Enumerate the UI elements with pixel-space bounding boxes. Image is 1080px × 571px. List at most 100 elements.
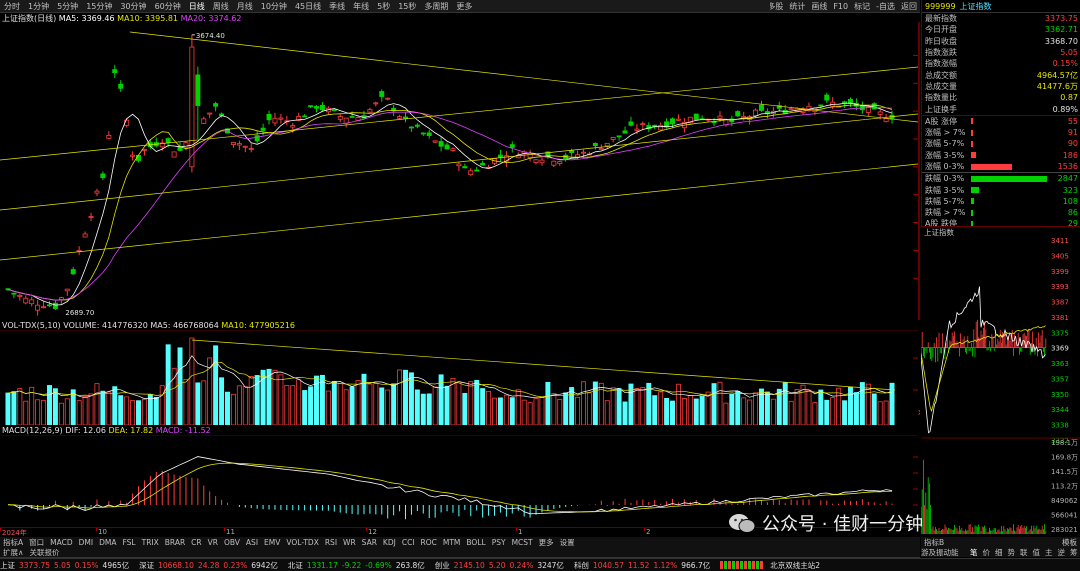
mini-tab-5[interactable]: 值: [1030, 547, 1043, 557]
indicator-tab-15[interactable]: WR: [340, 538, 359, 547]
period-tab-15[interactable]: 多周期: [420, 1, 452, 12]
tool-button-6[interactable]: 标记: [851, 1, 873, 12]
status-index-0[interactable]: 上证3373.755.050.15%4965亿: [0, 560, 139, 571]
mini-intraday-chart[interactable]: 3411340533993393338733813375336933633357…: [921, 236, 1080, 536]
mini-tab-6[interactable]: 主: [1043, 547, 1056, 557]
period-tab-4[interactable]: 30分钟: [116, 1, 150, 12]
mini-tab-1[interactable]: 价: [980, 547, 993, 557]
mini-tab-8[interactable]: 筹: [1068, 547, 1080, 557]
period-tab-0[interactable]: 分时: [0, 1, 24, 12]
period-tab-10[interactable]: 45日线: [291, 1, 325, 12]
extension-tab-0[interactable]: 扩展∧: [0, 547, 27, 558]
mini-info-tab[interactable]: 游及振动能说明: [921, 547, 964, 557]
high-annotation: 3674.40: [196, 32, 225, 40]
macd-header: MACD(12,26,9) DIF: 12.06 DEA: 17.82 MACD…: [2, 426, 211, 435]
volume-bar: [587, 393, 591, 425]
candle: [107, 131, 111, 139]
indicator-tab-13[interactable]: VOL-TDX: [283, 538, 321, 547]
mini-tab-0[interactable]: 笔: [968, 547, 981, 557]
mini-axis-label: 3363: [1051, 360, 1069, 368]
volume-bar: [291, 386, 295, 425]
trend-line[interactable]: [0, 164, 918, 260]
distribution-bar: [971, 141, 973, 147]
mini-bottom-tab-1[interactable]: 模板: [1062, 537, 1077, 547]
status-index-3[interactable]: 创业2145.105.200.24%3247亿: [435, 560, 574, 571]
indicator-tab-19[interactable]: ROC: [418, 538, 440, 547]
tool-button-5[interactable]: F10: [830, 2, 851, 11]
extension-tabs: 扩展∧关联报价: [0, 547, 920, 558]
indicator-tab-24[interactable]: 更多: [536, 537, 557, 548]
distribution-row: 涨幅 5-7%90: [922, 138, 1080, 149]
indicator-tab-11[interactable]: ASI: [243, 538, 261, 547]
period-tab-5[interactable]: 60分钟: [151, 1, 185, 12]
mini-tab-3[interactable]: 势: [1005, 547, 1018, 557]
indicator-tab-7[interactable]: BRAR: [162, 538, 188, 547]
period-tab-6[interactable]: 日线: [185, 1, 209, 12]
indicator-tab-2[interactable]: MACD: [47, 538, 75, 547]
indicator-tab-23[interactable]: MCST: [509, 538, 536, 547]
indicator-tab-17[interactable]: KDJ: [380, 538, 399, 547]
period-tab-2[interactable]: 5分钟: [53, 1, 82, 12]
mini-tab-4[interactable]: 联: [1018, 547, 1031, 557]
indicator-tab-0[interactable]: 指标A: [0, 537, 26, 548]
tool-button-8[interactable]: 返回: [898, 1, 920, 12]
tool-button-3[interactable]: 统计: [786, 1, 808, 12]
extension-tab-1[interactable]: 关联报价: [27, 547, 63, 558]
candle: [130, 151, 134, 160]
volume-chart[interactable]: 100005000X10万: [0, 330, 920, 425]
status-index-4[interactable]: 科创1040.5711.521.12%966.7亿: [574, 560, 720, 571]
indicator-tab-21[interactable]: BOLL: [463, 538, 488, 547]
indicator-tab-5[interactable]: FSL: [119, 538, 138, 547]
indicator-tab-16[interactable]: SAR: [359, 538, 380, 547]
price-chart[interactable]: 3600350034003300320031003000290028003674…: [0, 22, 920, 320]
tool-button-4[interactable]: 画线: [808, 1, 830, 12]
volume-bar: [753, 393, 757, 425]
trend-line[interactable]: [0, 114, 918, 210]
candle: [647, 122, 651, 132]
volume-bar: [53, 389, 57, 425]
status-index-1[interactable]: 深证10668.1024.280.23%6942亿: [139, 560, 288, 571]
period-tab-16[interactable]: 更多: [452, 1, 476, 12]
trend-line[interactable]: [0, 67, 918, 160]
candle: [77, 246, 81, 255]
indicator-tab-10[interactable]: OBV: [221, 538, 243, 547]
mini-tab-2[interactable]: 细: [993, 547, 1006, 557]
period-tab-11[interactable]: 季线: [325, 1, 349, 12]
volume-bar: [273, 370, 277, 425]
volume-bar: [498, 398, 502, 425]
indicator-tab-1[interactable]: 窗口: [26, 537, 47, 548]
indicator-tab-3[interactable]: DMI: [76, 538, 96, 547]
volume-bar: [765, 392, 769, 425]
period-tab-1[interactable]: 1分钟: [24, 1, 53, 12]
tool-button-2[interactable]: 多股: [770, 1, 786, 12]
indicator-tab-12[interactable]: EMV: [261, 538, 283, 547]
status-index-2[interactable]: 北证1331.17-9.22-0.69%263.8亿: [288, 560, 435, 571]
period-tab-7[interactable]: 周线: [209, 1, 233, 12]
period-tab-12[interactable]: 年线: [349, 1, 373, 12]
indicator-tab-8[interactable]: CR: [188, 538, 204, 547]
mini-bottom-tab-0[interactable]: 指标B: [924, 537, 944, 547]
distribution-value: 186: [1063, 151, 1078, 160]
mini-tab-7[interactable]: 逆: [1055, 547, 1068, 557]
indicator-tab-4[interactable]: DMA: [96, 538, 119, 547]
indicator-tab-20[interactable]: MTM: [440, 538, 464, 547]
indicator-tab-18[interactable]: CCI: [399, 538, 418, 547]
period-tab-8[interactable]: 月线: [233, 1, 257, 12]
date-tick: [96, 528, 97, 531]
indicator-tab-14[interactable]: RSI: [322, 538, 340, 547]
volume-bar: [386, 390, 390, 425]
period-tab-14[interactable]: 15秒: [394, 1, 420, 12]
period-tab-3[interactable]: 15分钟: [82, 1, 116, 12]
indicator-tab-22[interactable]: PSY: [489, 538, 509, 547]
tool-button-7[interactable]: -自选: [873, 1, 898, 12]
trend-line[interactable]: [130, 32, 918, 122]
mini-vol-axis-label: 169.8万: [1051, 454, 1078, 462]
volume-bar: [540, 397, 544, 425]
candle: [409, 126, 413, 132]
watermark: 公众号 · 佳财一分钟: [728, 510, 923, 536]
period-tab-9[interactable]: 10分钟: [257, 1, 291, 12]
period-tab-13[interactable]: 5秒: [373, 1, 394, 12]
indicator-tab-9[interactable]: VR: [205, 538, 221, 547]
indicator-tab-25[interactable]: 设置: [557, 537, 578, 548]
indicator-tab-6[interactable]: TRIX: [139, 538, 162, 547]
